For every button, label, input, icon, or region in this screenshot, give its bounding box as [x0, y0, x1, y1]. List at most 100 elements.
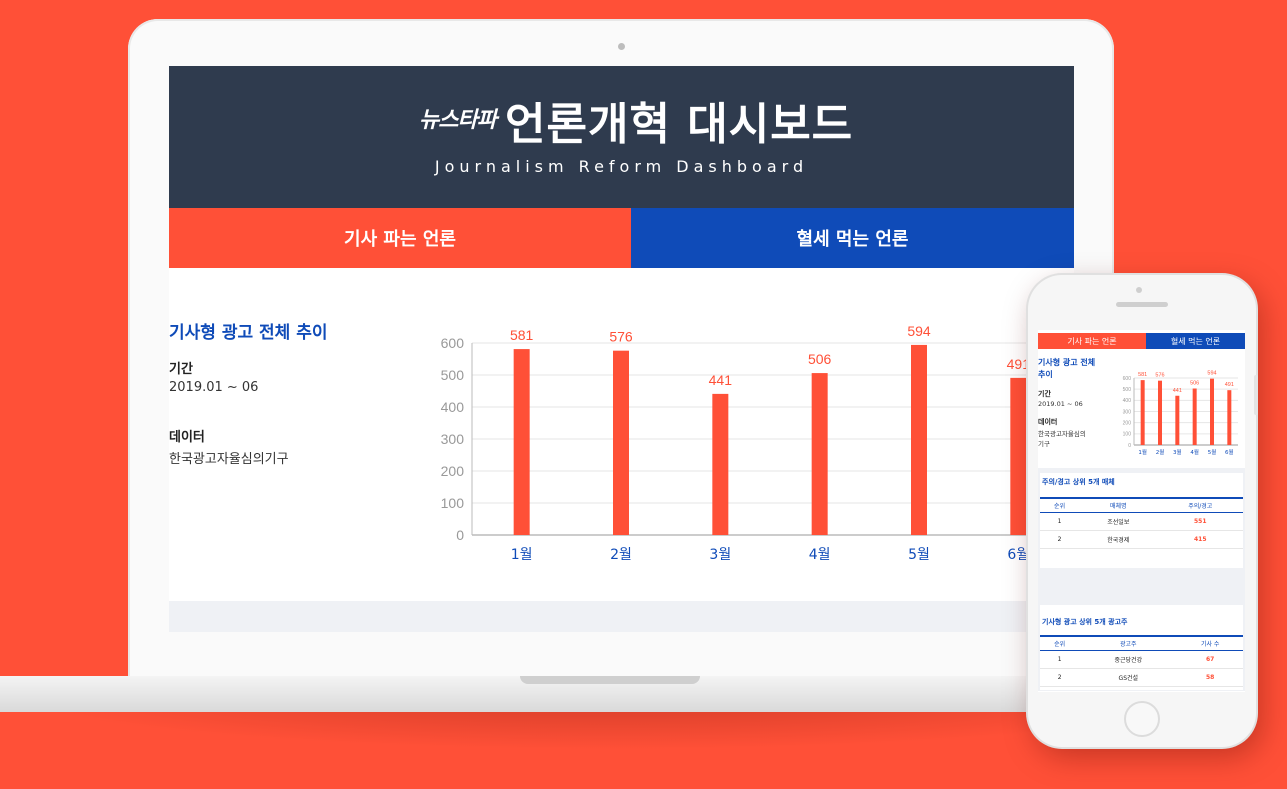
- table2-rank: 1: [1040, 650, 1080, 669]
- x-tick-label: 6월: [1007, 547, 1029, 563]
- y-tick-label: 100: [441, 495, 465, 511]
- table2-count: 58: [1177, 668, 1243, 687]
- table1-rank: 2: [1040, 530, 1080, 549]
- mobile-tabs: 기사 파는 언론 혈세 먹는 언론: [1038, 333, 1245, 349]
- phone-side-button: [1254, 375, 1258, 415]
- table2-header-count: 기사 수: [1177, 635, 1243, 651]
- table-row[interactable]: 1 중근당건강 67: [1040, 650, 1243, 669]
- y-tick-label: 100: [1123, 432, 1132, 438]
- table-row[interactable]: 1 조선일보 551: [1040, 512, 1243, 531]
- data-label: 594: [907, 323, 931, 339]
- data-label: 491: [1007, 356, 1031, 372]
- x-tick-label: 1월: [1138, 448, 1147, 456]
- table1-rank: 1: [1040, 512, 1080, 531]
- y-tick-label: 0: [456, 527, 464, 543]
- table2-header-rank: 순위: [1040, 635, 1080, 651]
- phone-home-button[interactable]: [1124, 701, 1160, 737]
- data-label: 506: [1190, 380, 1199, 386]
- bar: [1158, 380, 1162, 445]
- mobile-period-value: 2019.01 ~ 06: [1038, 400, 1083, 408]
- mobile-period-label: 기간: [1038, 390, 1051, 398]
- x-tick-label: 3월: [1173, 448, 1182, 456]
- data-label: 576: [609, 329, 633, 345]
- mobile-tab-tax-eating[interactable]: 혈세 먹는 언론: [1146, 333, 1245, 349]
- data-label: 581: [510, 327, 534, 343]
- data-label: 594: [1207, 371, 1216, 377]
- table1-header-count: 주의/경고: [1157, 497, 1243, 513]
- phone-frame: 기사 파는 언론 혈세 먹는 언론 기사형 광고 전체 추이 기간 2019.0…: [1028, 275, 1258, 747]
- bar: [1175, 395, 1180, 445]
- y-tick-label: 300: [441, 431, 465, 447]
- phone-screen: 기사 파는 언론 혈세 먹는 언론 기사형 광고 전체 추이 기간 2019.0…: [1038, 330, 1245, 692]
- table1-header-rank: 순위: [1040, 497, 1080, 513]
- x-tick-label: 1월: [511, 547, 533, 563]
- y-tick-label: 400: [441, 399, 465, 415]
- y-tick-label: 200: [441, 463, 465, 479]
- y-tick-label: 0: [1128, 443, 1131, 449]
- page-title: 언론개혁 대시보드: [505, 99, 854, 150]
- mobile-table1-card: 주의/경고 상위 5개 매체 순위 매체명 주의/경고 1 조선일보 551 2…: [1040, 473, 1243, 568]
- tab-article-selling[interactable]: 기사 파는 언론: [169, 208, 631, 268]
- laptop-notch: [520, 676, 700, 684]
- bar: [1227, 390, 1232, 445]
- mobile-table1-title: 주의/경고 상위 5개 매체: [1042, 478, 1115, 486]
- data-label: 581: [1138, 372, 1147, 378]
- bar: [712, 393, 729, 535]
- x-tick-label: 5월: [908, 547, 930, 563]
- mobile-data-value-cont: 기구: [1038, 440, 1050, 448]
- dashboard-header: 뉴스타파 언론개혁 대시보드 Journalism Reform Dashboa…: [169, 66, 1074, 208]
- period-label: 기간: [169, 362, 193, 377]
- media-ranking-table: 순위 매체명 주의/경고 1 조선일보 551 2 한국경제 415: [1040, 497, 1243, 549]
- period-value: 2019.01 ~ 06: [169, 380, 259, 395]
- table2-count: 67: [1177, 650, 1243, 669]
- x-tick-label: 3월: [709, 547, 731, 563]
- page-subtitle: Journalism Reform Dashboard: [434, 157, 809, 176]
- y-tick-label: 300: [1123, 409, 1132, 415]
- bar: [911, 344, 927, 535]
- x-tick-label: 2월: [610, 547, 632, 563]
- bar: [1210, 378, 1214, 445]
- mobile-bar-chart: 0 100 200 300 400 500 600 581 1월 576 2월 441 3월 506 4월 5…: [1123, 371, 1238, 456]
- mobile-data-value: 한국광고자율심의: [1038, 430, 1086, 438]
- phone-camera: [1136, 287, 1142, 293]
- data-label: 506: [808, 351, 832, 367]
- advertiser-ranking-table: 순위 광고주 기사 수 1 중근당건강 67 2 GS건설 58: [1040, 635, 1243, 687]
- y-tick-label: 500: [441, 367, 465, 383]
- mobile-tab-article-selling[interactable]: 기사 파는 언론: [1038, 333, 1146, 349]
- bar: [811, 373, 828, 535]
- table1-count: 551: [1157, 512, 1243, 531]
- table2-header-advertiser: 광고주: [1079, 635, 1178, 651]
- tab-tax-eating[interactable]: 혈세 먹는 언론: [631, 208, 1074, 268]
- mobile-data-label: 데이터: [1038, 418, 1058, 426]
- data-label: 441: [1173, 388, 1182, 394]
- main-tabs: 기사 파는 언론 혈세 먹는 언론: [169, 208, 1074, 268]
- y-tick-label: 500: [1123, 387, 1132, 393]
- data-label: 441: [709, 372, 733, 388]
- y-tick-label: 600: [1123, 376, 1132, 382]
- mobile-panel-title: 기사형 광고 전체: [1038, 358, 1096, 367]
- table2-rank: 2: [1040, 668, 1080, 687]
- data-label: 491: [1225, 382, 1234, 388]
- data-label: 576: [1155, 373, 1164, 379]
- newstapa-logo[interactable]: 뉴스타파: [419, 102, 497, 134]
- table1-media: 조선일보: [1079, 512, 1158, 531]
- section-divider: [169, 601, 1074, 632]
- table-row[interactable]: 2 한국경제 415: [1040, 530, 1243, 549]
- table1-header-media: 매체명: [1079, 497, 1158, 513]
- y-tick-label: 200: [1123, 420, 1132, 426]
- data-source-label: 데이터: [169, 430, 205, 445]
- bar: [513, 349, 530, 535]
- table-row[interactable]: 2 GS건설 58: [1040, 668, 1243, 687]
- bar: [1140, 380, 1145, 445]
- y-tick-label: 400: [1123, 398, 1132, 404]
- table1-count: 415: [1157, 530, 1243, 549]
- chart-panel-title: 기사형 광고 전체 추이: [169, 323, 328, 343]
- laptop-camera: [618, 43, 625, 50]
- x-tick-label: 4월: [809, 547, 831, 563]
- bar: [1192, 388, 1197, 445]
- mobile-table2-card: 기사형 광고 상위 5개 광고주 순위 광고주 기사 수 1 중근당건강 67 …: [1040, 605, 1243, 690]
- mobile-table2-title: 기사형 광고 상위 5개 광고주: [1042, 618, 1128, 626]
- table2-advertiser: GS건설: [1079, 668, 1178, 687]
- x-tick-label: 6월: [1225, 448, 1234, 456]
- data-source-value: 한국광고자율심의기구: [169, 452, 289, 467]
